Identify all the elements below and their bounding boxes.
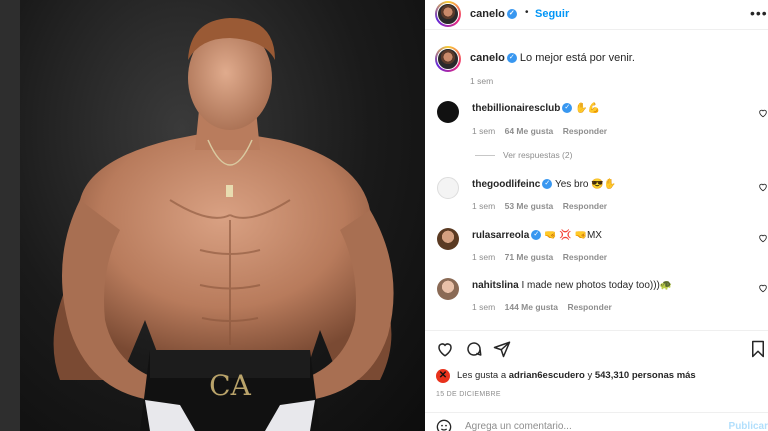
post-photo[interactable]: CA [20, 0, 425, 431]
reply-button[interactable]: Responder [567, 302, 611, 312]
comment-username[interactable]: thegoodlifeinc [472, 179, 540, 190]
reply-button[interactable]: Responder [563, 201, 607, 211]
comment-time[interactable]: 1 sem [472, 302, 495, 312]
comment-avatar[interactable] [437, 177, 459, 199]
verified-icon: ✓ [531, 230, 542, 241]
publish-comment-button[interactable]: Publicar [729, 421, 768, 431]
comment-bar: Agrega un comentario... Publicar [425, 412, 768, 431]
author-username[interactable]: canelo ✓ [470, 8, 517, 20]
liker-username[interactable]: adrian6escudero [509, 370, 585, 381]
comment-like-heart-icon[interactable] [758, 233, 768, 243]
reply-button[interactable]: Responder [563, 126, 607, 136]
comment-text: ✋💪 [575, 103, 601, 114]
verified-icon: ✓ [506, 9, 517, 20]
verified-icon: ✓ [542, 179, 553, 190]
comment-text: 🤜 💢 🤜MX [544, 230, 602, 241]
caption-time[interactable]: 1 sem [470, 76, 493, 86]
comment-time[interactable]: 1 sem [472, 126, 495, 136]
comment-meta: 1 sem 53 Me gusta Responder [472, 201, 607, 211]
save-bookmark-icon[interactable] [750, 340, 766, 358]
comment-like-heart-icon[interactable] [758, 182, 768, 192]
view-replies-button[interactable]: Ver respuestas (2) [475, 150, 572, 160]
comment-avatar[interactable] [437, 101, 459, 123]
instagram-post-viewer: CA canelo ✓ • Seguir ••• canelo ✓ Lo mejor… [0, 0, 768, 431]
verified-icon: ✓ [562, 103, 573, 114]
post-header: canelo ✓ • Seguir ••• [425, 0, 768, 30]
comment-username[interactable]: thebillionairesclub [472, 103, 560, 114]
comment: nahitslina I made new photos today too))… [472, 280, 672, 291]
post-date[interactable]: 15 DE DICIEMBRE [436, 391, 501, 398]
separator-dot: • [525, 7, 529, 18]
boxer-photo-illustration: CA [53, 18, 394, 431]
reply-button[interactable]: Responder [563, 252, 607, 262]
like-heart-icon[interactable] [436, 340, 454, 358]
liker-avatar-icon[interactable]: ✕ [436, 369, 450, 383]
comment-time[interactable]: 1 sem [472, 201, 495, 211]
comment-likes[interactable]: 53 Me gusta [505, 201, 554, 211]
likes-summary: Les gusta a adrian6escudero y 543,310 pe… [457, 370, 696, 381]
follow-button[interactable]: Seguir [535, 8, 569, 20]
comment-likes[interactable]: 71 Me gusta [505, 252, 554, 262]
comment-time[interactable]: 1 sem [472, 252, 495, 262]
modal-backdrop[interactable] [0, 0, 20, 431]
comment-text: Yes bro 😎✋ [554, 179, 617, 190]
verified-icon: ✓ [506, 53, 517, 64]
comment-meta: 1 sem 144 Me gusta Responder [472, 302, 612, 312]
comment: thegoodlifeinc ✓ Yes bro 😎✋ [472, 179, 616, 190]
likes-count[interactable]: 543,310 personas más [595, 370, 696, 381]
share-send-icon[interactable] [493, 340, 511, 358]
post-sidebar: canelo ✓ • Seguir ••• canelo ✓ Lo mejor es… [425, 0, 768, 431]
comment-avatar[interactable] [437, 278, 459, 300]
comment-likes[interactable]: 64 Me gusta [505, 126, 554, 136]
svg-text:CA: CA [209, 369, 251, 402]
comment-username[interactable]: nahitslina [472, 280, 519, 291]
caption-username[interactable]: canelo [470, 52, 505, 64]
comment-text: I made new photos today too)))🐢 [521, 280, 673, 291]
comment-likes[interactable]: 144 Me gusta [505, 302, 558, 312]
comment-like-heart-icon[interactable] [758, 108, 768, 118]
comment-avatar[interactable] [437, 228, 459, 250]
comment-input[interactable]: Agrega un comentario... [465, 421, 572, 431]
more-options-icon[interactable]: ••• [750, 5, 768, 21]
comment-meta: 1 sem 64 Me gusta Responder [472, 126, 607, 136]
comment-username[interactable]: rulasarreola [472, 230, 529, 241]
author-avatar[interactable] [435, 1, 461, 27]
comment: thebillionairesclub ✓ ✋💪 [472, 103, 600, 114]
comment: rulasarreola ✓ 🤜 💢 🤜MX [472, 230, 602, 241]
emoji-icon[interactable] [436, 419, 452, 431]
comment-meta: 1 sem 71 Me gusta Responder [472, 252, 607, 262]
caption-text: Lo mejor está por venir. [519, 52, 635, 64]
post-actions [425, 330, 768, 367]
caption: canelo ✓ Lo mejor está por venir. [470, 52, 635, 64]
caption-avatar[interactable] [435, 46, 461, 72]
comment-bubble-icon[interactable] [465, 340, 483, 358]
comment-like-heart-icon[interactable] [758, 283, 768, 293]
